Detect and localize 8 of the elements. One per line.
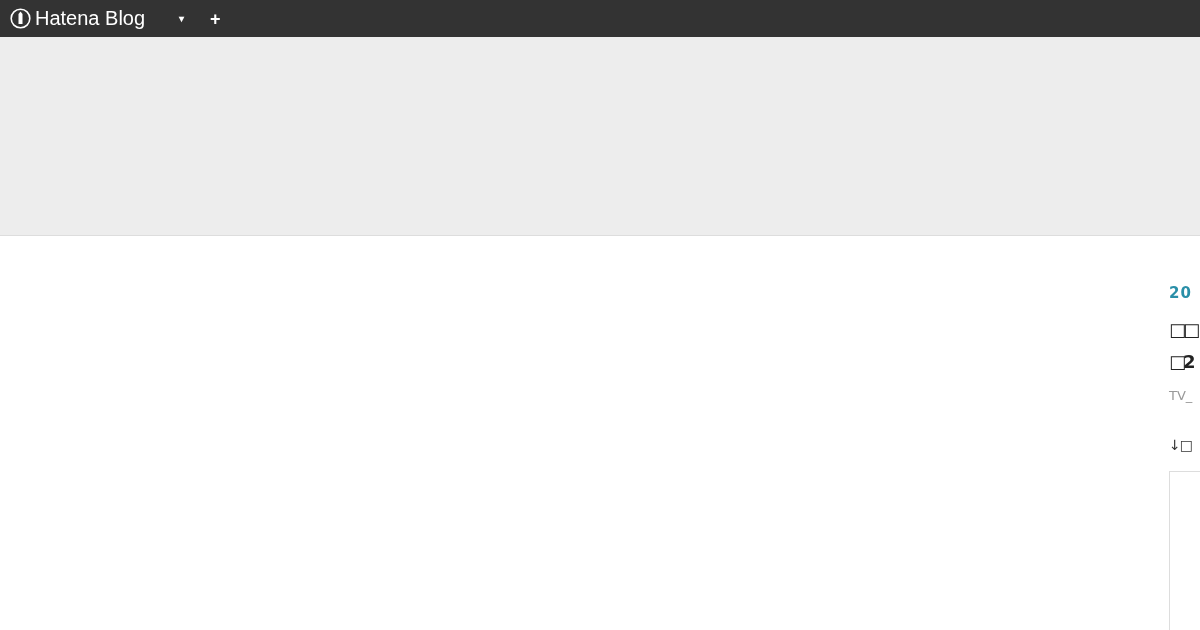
logo-icon: [10, 8, 31, 29]
entry-lead-text: ↓□: [1169, 437, 1192, 453]
entry-date[interactable]: 20: [1169, 284, 1192, 302]
entry-title[interactable]: □□ □2: [1169, 314, 1197, 378]
add-button[interactable]: +: [206, 9, 225, 28]
dropdown-caret[interactable]: ▾: [175, 13, 189, 24]
logo[interactable]: Hatena Blog: [10, 7, 146, 30]
logo-text: Hatena Blog: [35, 7, 146, 30]
